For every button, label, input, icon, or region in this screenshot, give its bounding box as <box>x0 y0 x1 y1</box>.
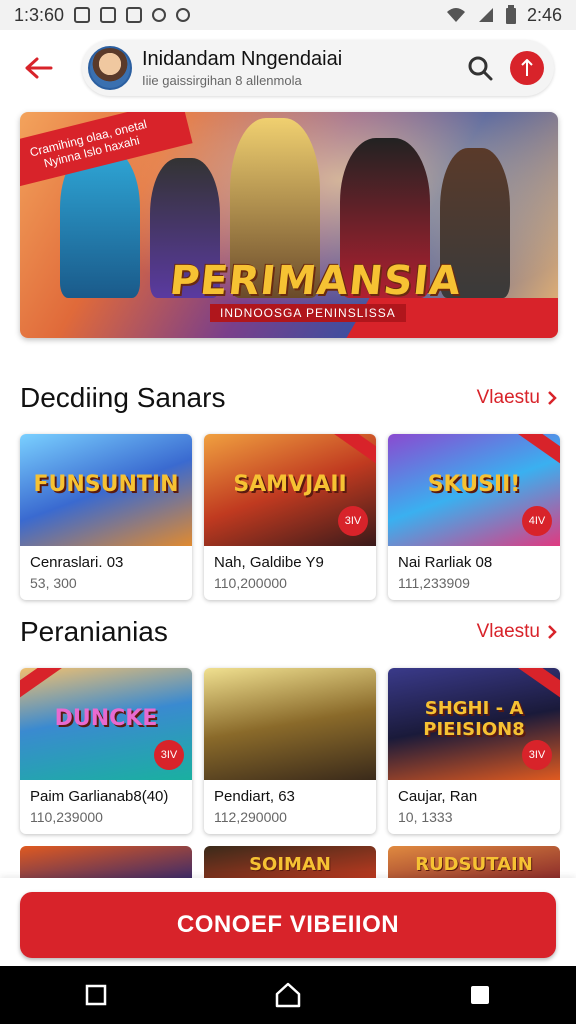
card-art-title: SKUSII! <box>427 472 521 497</box>
card-ribbon <box>517 434 560 468</box>
game-card[interactable]: RUDSUTAIN <box>388 846 560 880</box>
view-all-label: Vlaestu <box>476 387 540 408</box>
arrow-left-icon <box>25 57 53 79</box>
card-row: DUNCKE 3IV Paim Garlianab8(40) 110,23900… <box>20 668 560 834</box>
search-icon <box>468 56 493 81</box>
mail-icon <box>126 7 143 23</box>
search-button[interactable] <box>460 48 500 88</box>
primary-cta-button[interactable]: CONOEF VIBEIION <box>20 892 556 958</box>
wifi-icon <box>446 8 465 22</box>
battery-icon <box>505 5 516 24</box>
card-ribbon <box>517 668 560 702</box>
card-meta: 53, 300 <box>30 575 77 591</box>
card-row-partial: SOIMAN RUDSUTAIN <box>20 846 560 880</box>
card-art-title: SHGHI - A PIEISION8 <box>423 698 525 740</box>
brand-button[interactable] <box>510 51 544 85</box>
profile-bar[interactable]: Inidandam Nngendaiai Iiie gaissirgihan 8… <box>82 40 554 96</box>
card-image: FUNSUNTIN <box>20 434 192 546</box>
hero-title: PERIMANSIA <box>167 258 464 304</box>
card-badge: 3IV <box>338 506 368 536</box>
gallery-icon <box>74 7 91 23</box>
game-card[interactable]: Pendiart, 63 112,290000 <box>204 668 376 834</box>
card-title: Nai Rarliak 08 <box>398 554 493 571</box>
signal-icon <box>478 8 493 22</box>
card-badge: 3IV <box>522 740 552 770</box>
card-art-title: RUDSUTAIN <box>415 854 533 875</box>
card-meta: 10, 1333 <box>398 809 453 825</box>
chevron-right-icon <box>548 391 557 405</box>
back-button[interactable] <box>16 46 60 90</box>
card-ribbon <box>333 434 376 468</box>
hero-subtitle: INDNOOSGA PENINSLISSA <box>210 304 406 322</box>
card-row: FUNSUNTIN Cenraslari. 03 53, 300 SAMVJAI… <box>20 434 560 600</box>
section-header: Peranianias Vlaestu <box>20 616 558 648</box>
view-all-label: Vlaestu <box>476 621 540 642</box>
card-image: SKUSII! 4IV <box>388 434 560 546</box>
notification-icon-2 <box>176 8 191 22</box>
header: Inidandam Nngendaiai Iiie gaissirgihan 8… <box>0 30 576 106</box>
card-meta: 111,233909 <box>398 575 470 591</box>
card-title: Caujar, Ran <box>398 788 478 805</box>
card-meta: 110,239000 <box>30 809 103 825</box>
game-card[interactable]: FUNSUNTIN Cenraslari. 03 53, 300 <box>20 434 192 600</box>
brand-icon <box>521 59 533 76</box>
profile-subtitle: Iiie gaissirgihan 8 allenmola <box>142 73 302 88</box>
recents-button[interactable] <box>66 966 126 1024</box>
section-title: Decdiing Sanars <box>20 382 226 413</box>
card-badge: 3IV <box>154 740 184 770</box>
game-card[interactable]: DUNCKE 3IV Paim Garlianab8(40) 110,23900… <box>20 668 192 834</box>
bottom-bar: CONOEF VIBEIION <box>0 878 576 966</box>
chevron-right-icon <box>548 625 557 639</box>
card-badge: 4IV <box>522 506 552 536</box>
home-button[interactable] <box>258 966 318 1024</box>
status-time: 1:3:60 <box>14 4 65 25</box>
avatar[interactable] <box>88 46 132 90</box>
game-card[interactable] <box>20 846 192 880</box>
game-card[interactable]: SKUSII! 4IV Nai Rarliak 08 111,233909 <box>388 434 560 600</box>
hero-banner[interactable]: Cramihing olaa, onetal Nyinna Islo haxah… <box>20 112 558 338</box>
card-meta: 112,290000 <box>214 809 287 825</box>
game-card[interactable]: SOIMAN <box>204 846 376 880</box>
card-title: Paim Garlianab8(40) <box>30 788 169 805</box>
square-icon <box>471 986 489 1004</box>
card-meta: 110,200000 <box>214 575 287 591</box>
card-image: SHGHI - A PIEISION8 3IV <box>388 668 560 780</box>
card-title: Nah, Galdibe Y9 <box>214 554 324 571</box>
card-ribbon <box>20 668 63 702</box>
view-all-link[interactable]: Vlaestu <box>477 387 558 409</box>
app-icon <box>100 7 117 23</box>
status-bar: 1:3:60 2:46 <box>0 0 576 30</box>
game-card[interactable]: SAMVJAII 3IV Nah, Galdibe Y9 110,200000 <box>204 434 376 600</box>
game-card[interactable]: SHGHI - A PIEISION8 3IV Caujar, Ran 10, … <box>388 668 560 834</box>
card-image: DUNCKE 3IV <box>20 668 192 780</box>
section-title: Peranianias <box>20 616 168 647</box>
card-art-title: FUNSUNTIN <box>33 472 179 497</box>
back-nav-button[interactable] <box>450 966 510 1024</box>
home-icon <box>275 982 301 1008</box>
card-title: Cenraslari. 03 <box>30 554 124 571</box>
profile-name: Inidandam Nngendaiai <box>142 48 343 70</box>
card-title: Pendiart, 63 <box>214 788 295 805</box>
status-time-right: 2:46 <box>526 4 562 25</box>
card-art-title: DUNCKE <box>54 706 158 731</box>
card-image <box>204 668 376 780</box>
system-nav-bar <box>0 966 576 1024</box>
recents-icon <box>85 984 107 1006</box>
notification-icon <box>152 8 167 22</box>
card-art-title: SAMVJAII <box>233 472 347 497</box>
view-all-link[interactable]: Vlaestu <box>477 621 558 643</box>
card-art-title: SOIMAN <box>249 854 331 875</box>
section-header: Decdiing Sanars Vlaestu <box>20 382 558 414</box>
card-image: SAMVJAII 3IV <box>204 434 376 546</box>
